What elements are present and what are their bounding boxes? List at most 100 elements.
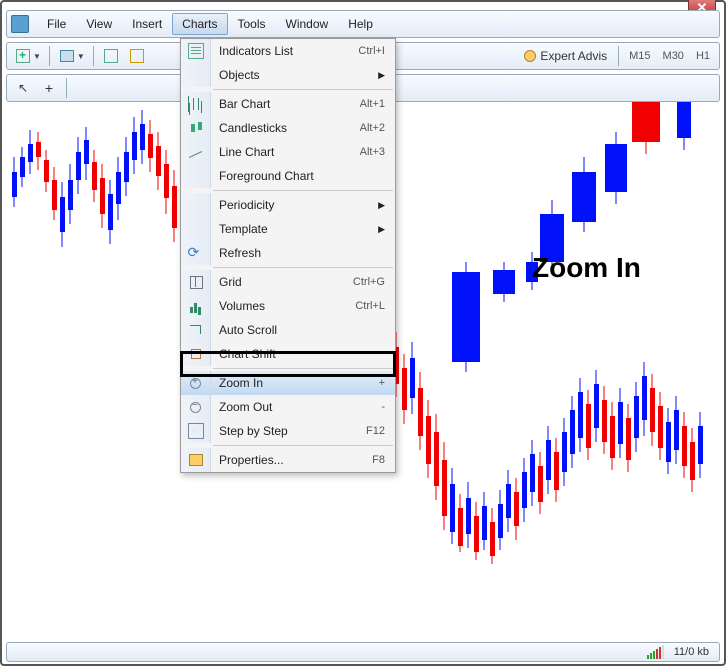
profiles-button[interactable] <box>55 45 79 67</box>
menu-item-label: Zoom In <box>211 376 379 390</box>
crosshair-button[interactable] <box>37 77 61 99</box>
menu-item-template[interactable]: Template▶ <box>181 217 395 241</box>
step-icon <box>181 419 211 443</box>
new-chart-button[interactable] <box>11 45 35 67</box>
candle <box>526 102 538 640</box>
dropdown-arrow-icon[interactable]: ▼ <box>77 52 88 61</box>
timeframe-m30[interactable]: M30 <box>658 48 689 64</box>
menu-tools[interactable]: Tools <box>228 13 276 35</box>
menu-item-shortcut: + <box>379 377 395 389</box>
submenu-arrow-icon: ▶ <box>378 224 395 235</box>
menu-charts[interactable]: Charts <box>172 13 227 35</box>
props-icon <box>181 448 211 472</box>
dropdown-arrow-icon[interactable]: ▼ <box>33 52 44 61</box>
expert-advisors-button[interactable]: Expert Advis <box>518 49 613 63</box>
status-kb: 11/0 kb <box>674 646 709 658</box>
menu-item-indicators-list[interactable]: Indicators ListCtrl+I <box>181 39 395 63</box>
menu-item-zoom-out[interactable]: Zoom Out- <box>181 395 395 419</box>
menu-item-periodicity[interactable]: Periodicity▶ <box>181 193 395 217</box>
candle <box>666 102 671 640</box>
candle <box>108 102 113 640</box>
menu-item-label: Objects <box>211 68 378 82</box>
menu-separator <box>213 368 393 369</box>
menu-item-zoom-in[interactable]: Zoom In+ <box>181 371 395 395</box>
blank-icon <box>181 217 211 241</box>
menu-insert[interactable]: Insert <box>122 13 172 35</box>
menubar: FileViewInsertChartsToolsWindowHelp <box>6 10 720 38</box>
menu-item-properties[interactable]: Properties...F8 <box>181 448 395 472</box>
candle <box>632 102 660 640</box>
candle <box>452 102 480 640</box>
timeframe-m15[interactable]: M15 <box>624 48 655 64</box>
candle <box>410 102 415 640</box>
market-watch-button[interactable] <box>99 45 123 67</box>
menu-item-label: Indicators List <box>211 44 358 58</box>
menu-item-objects[interactable]: Objects▶ <box>181 63 395 87</box>
refresh-icon: ⟳ <box>181 241 211 265</box>
menu-item-label: Zoom Out <box>211 400 381 414</box>
menu-item-grid[interactable]: GridCtrl+G <box>181 270 395 294</box>
cursor-button[interactable] <box>11 77 35 99</box>
candle <box>418 102 423 640</box>
vol-icon <box>181 294 211 318</box>
menu-item-shortcut: F12 <box>366 425 395 437</box>
annotation-label: Zoom In <box>532 252 641 284</box>
menu-view[interactable]: View <box>76 13 122 35</box>
menu-item-refresh[interactable]: ⟳Refresh <box>181 241 395 265</box>
menu-item-label: Grid <box>211 275 353 289</box>
line-icon <box>181 140 211 164</box>
candle <box>402 102 407 640</box>
shift-icon <box>181 342 211 366</box>
candle <box>172 102 177 640</box>
navigator-button[interactable] <box>125 45 149 67</box>
menu-item-volumes[interactable]: VolumesCtrl+L <box>181 294 395 318</box>
candle <box>52 102 57 640</box>
menu-item-shortcut: Alt+2 <box>360 122 395 134</box>
menu-item-bar-chart[interactable]: Bar ChartAlt+1 <box>181 92 395 116</box>
blank-icon <box>181 164 211 188</box>
menu-item-line-chart[interactable]: Line ChartAlt+3 <box>181 140 395 164</box>
menu-item-candlesticks[interactable]: CandlesticksAlt+2 <box>181 116 395 140</box>
menu-separator <box>213 190 393 191</box>
gear-icon <box>524 50 536 62</box>
menu-window[interactable]: Window <box>276 13 339 35</box>
menu-item-auto-scroll[interactable]: Auto Scroll <box>181 318 395 342</box>
timeframe-h1[interactable]: H1 <box>691 48 715 64</box>
candle <box>100 102 105 640</box>
candle <box>698 102 703 640</box>
candle <box>426 102 431 640</box>
candle-icon <box>181 116 211 140</box>
menu-item-shortcut: F8 <box>372 454 395 466</box>
menu-item-chart-shift[interactable]: Chart Shift <box>181 342 395 366</box>
menu-item-label: Properties... <box>211 453 372 467</box>
auto-icon <box>181 318 211 342</box>
menu-item-step-by-step[interactable]: Step by StepF12 <box>181 419 395 443</box>
menu-item-foreground-chart[interactable]: Foreground Chart <box>181 164 395 188</box>
candle <box>442 102 447 640</box>
menu-item-shortcut: Alt+1 <box>360 98 395 110</box>
connection-signal-icon <box>647 645 664 659</box>
separator <box>93 46 94 66</box>
expert-advisors-label: Expert Advis <box>540 49 607 63</box>
candle <box>677 102 691 640</box>
menu-item-shortcut: Ctrl+G <box>353 276 395 288</box>
menu-item-label: Volumes <box>211 299 355 313</box>
candle <box>116 102 121 640</box>
blank-icon <box>181 63 211 87</box>
menu-file[interactable]: File <box>37 13 76 35</box>
menu-item-label: Foreground Chart <box>211 169 395 183</box>
menu-separator <box>213 89 393 90</box>
menu-item-shortcut: Ctrl+I <box>358 45 395 57</box>
menu-item-shortcut: - <box>381 401 395 413</box>
menu-item-label: Template <box>211 222 378 236</box>
candle <box>434 102 439 640</box>
menu-item-label: Periodicity <box>211 198 378 212</box>
menu-help[interactable]: Help <box>338 13 383 35</box>
menu-item-label: Step by Step <box>211 424 366 438</box>
candle <box>156 102 161 640</box>
ind-icon <box>181 39 211 63</box>
candle <box>572 102 596 640</box>
candle <box>28 102 33 640</box>
candle <box>12 102 17 640</box>
menu-item-shortcut: Alt+3 <box>360 146 395 158</box>
